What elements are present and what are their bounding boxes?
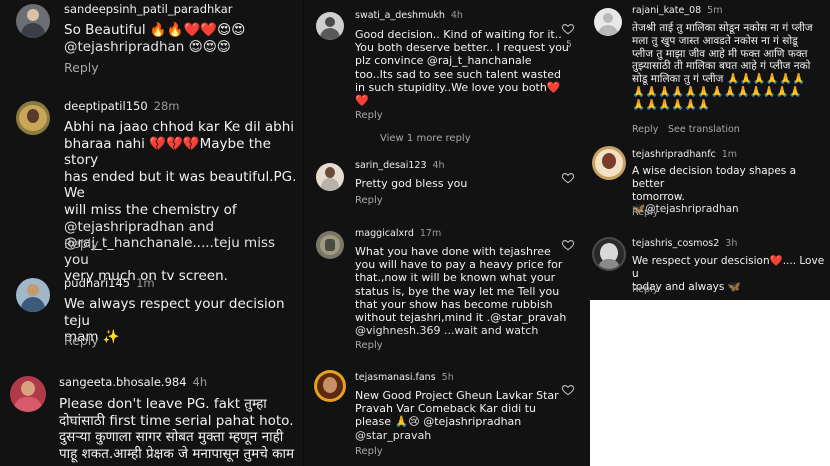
reply-button[interactable]: Reply — [64, 236, 99, 251]
like-heart-icon[interactable] — [561, 383, 575, 397]
comment-username[interactable]: deeptipatil150 28m — [64, 99, 180, 113]
like-heart-icon[interactable] — [561, 22, 575, 36]
reply-button[interactable]: Reply — [632, 207, 658, 218]
avatar[interactable] — [592, 146, 626, 180]
reply-button[interactable]: Reply — [355, 195, 383, 206]
comment-text: तेजश्री ताई तु मालिका सोडून नकोस ना गं प… — [632, 22, 813, 111]
avatar[interactable] — [314, 370, 346, 402]
avatar[interactable] — [10, 376, 46, 412]
reply-button[interactable]: Reply — [64, 60, 99, 75]
comment-username[interactable]: sarin_desai123 4h — [355, 160, 445, 171]
avatar[interactable] — [592, 237, 626, 271]
avatar[interactable] — [16, 278, 50, 312]
comment-username[interactable]: rajani_kate_08 5m — [632, 5, 722, 16]
avatar[interactable] — [594, 8, 622, 36]
comment-username[interactable]: tejashripradhanfc 1m — [632, 149, 737, 160]
comment-text: We always respect your decision teju mam… — [64, 296, 285, 346]
see-translation-link[interactable]: See translation — [668, 124, 740, 135]
like-count: 5 — [566, 40, 572, 50]
avatar[interactable] — [316, 231, 344, 259]
comment-text: What you have done with tejashree you wi… — [355, 245, 567, 338]
comment-text: Abhi na jaao chhod kar Ke dil abhi bhara… — [64, 119, 297, 285]
reply-button[interactable]: Reply — [632, 284, 658, 295]
comment-text: New Good Project Gheun Lavkar Star Prava… — [355, 389, 559, 442]
comment-text: A wise decision today shapes a better to… — [632, 165, 797, 216]
reply-button[interactable]: Reply — [355, 446, 383, 457]
comment-text: Please don't leave PG. fakt तुम्हा दोघां… — [59, 396, 295, 462]
comment-username[interactable]: sandeepsinh_patil_paradhkar — [64, 2, 233, 16]
view-more-replies[interactable]: View 1 more reply — [380, 133, 471, 144]
comments-panel-middle: swati_a_deshmukh 4h Good decision.. Kind … — [303, 0, 590, 466]
comments-panel-left: sandeepsinh_patil_paradhkar So Beautiful… — [0, 0, 303, 466]
comment-username[interactable]: tejashris_cosmos2 3h — [632, 238, 737, 249]
comment-text: Pretty god bless you — [355, 177, 468, 190]
avatar[interactable] — [16, 101, 50, 135]
comment-text: Good decision.. Kind of waiting for it..… — [355, 28, 569, 108]
comment-text: So Beautiful 🔥🔥❤️❤️😍😍 @tejashripradhan 😍… — [64, 22, 246, 55]
like-heart-icon[interactable] — [561, 171, 575, 185]
avatar[interactable] — [316, 12, 344, 40]
comment-username[interactable]: sangeeta.bhosale.984 4h — [59, 375, 207, 389]
comment-text: We respect your descision❤️.... Love u t… — [632, 255, 825, 293]
comments-panel-right: rajani_kate_08 5m तेजश्री ताई तु मालिका स… — [590, 0, 830, 300]
reply-button[interactable]: Reply — [355, 110, 383, 121]
comment-username[interactable]: pudhari145 1m — [64, 276, 155, 290]
avatar[interactable] — [16, 4, 50, 38]
comment-username[interactable]: tejasmanasi.fans 5h — [355, 372, 454, 383]
avatar[interactable] — [316, 163, 344, 191]
comment-username[interactable]: maggicalxrd 17m — [355, 228, 441, 239]
like-heart-icon[interactable] — [561, 238, 575, 252]
reply-button[interactable]: Reply — [632, 124, 658, 135]
reply-button[interactable]: Reply — [64, 333, 99, 348]
comment-username[interactable]: swati_a_deshmukh 4h — [355, 10, 463, 21]
reply-button[interactable]: Reply — [355, 340, 383, 351]
